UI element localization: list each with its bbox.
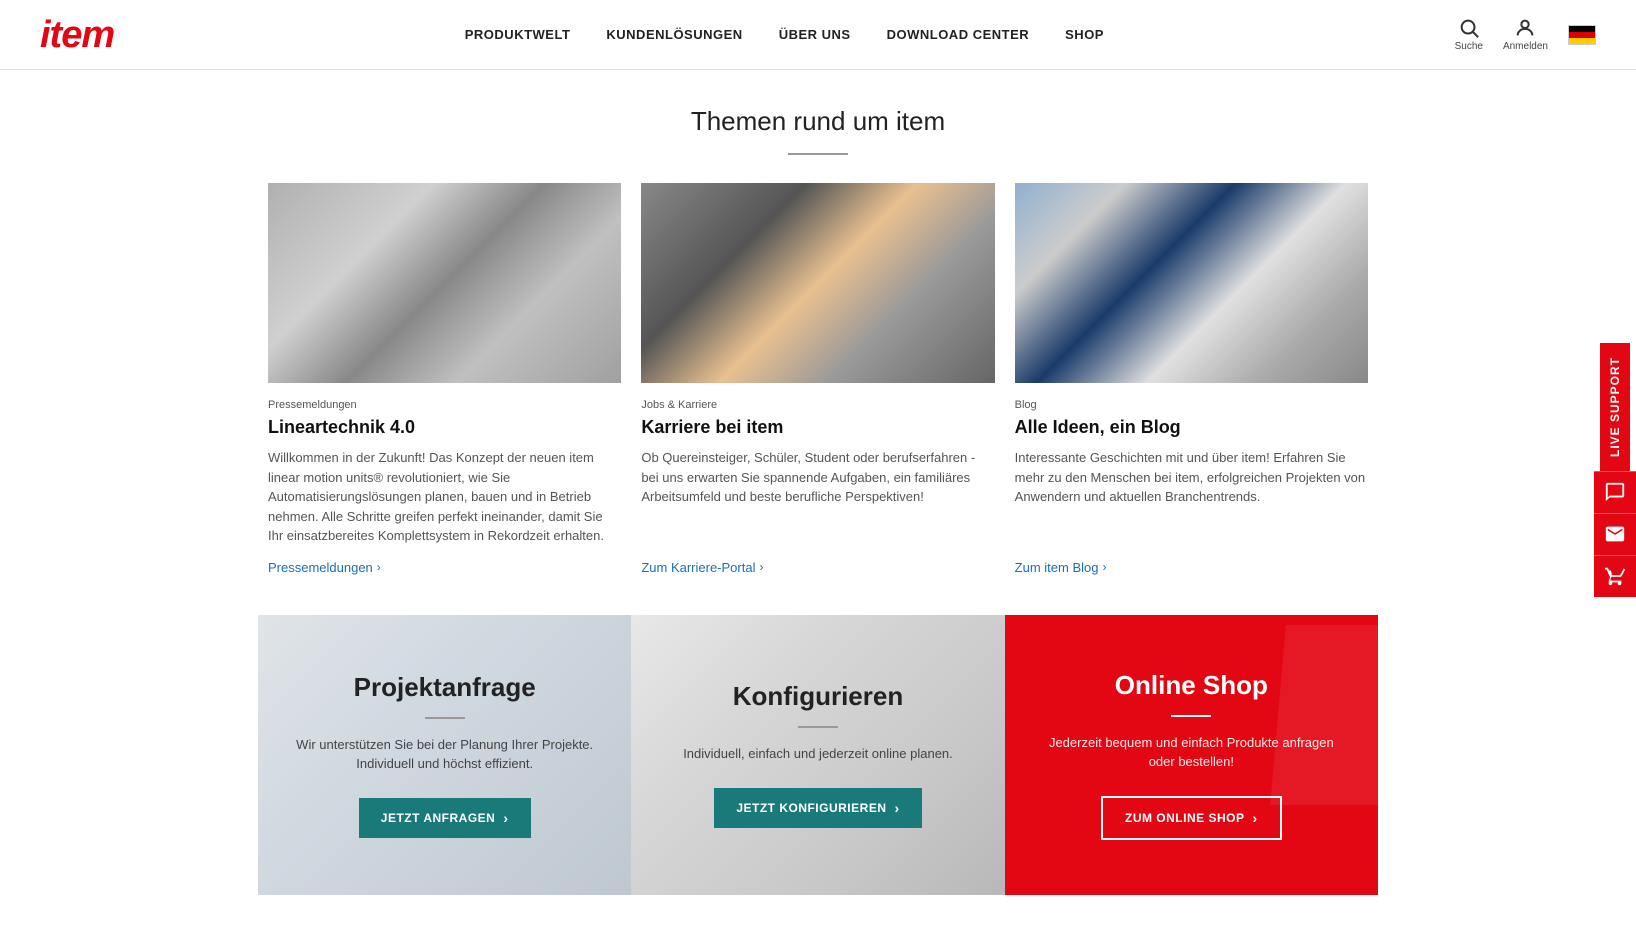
card-pressemeldungen: Pressemeldungen Lineartechnik 4.0 Willko… bbox=[258, 183, 631, 575]
live-chat-icon[interactable] bbox=[1594, 471, 1636, 513]
banner-card-konfigurieren: Konfigurieren Individuell, einfach und j… bbox=[631, 615, 1004, 895]
page-title-section: Themen rund um item bbox=[258, 70, 1378, 183]
card-desc-0: Willkommen in der Zukunft! Das Konzept d… bbox=[268, 448, 621, 546]
site-logo[interactable]: item bbox=[40, 16, 114, 54]
banner-desc-2: Jederzeit bequem und einfach Produkte an… bbox=[1035, 733, 1348, 772]
btn-arrow-2: › bbox=[1253, 810, 1258, 826]
mail-icon[interactable] bbox=[1594, 513, 1636, 555]
card-image-machinery bbox=[268, 183, 621, 383]
card-title-0: Lineartechnik 4.0 bbox=[268, 417, 621, 438]
main-header: item PRODUKTWELT KUNDENLÖSUNGEN ÜBER UNS… bbox=[0, 0, 1636, 70]
top-cards-grid: Pressemeldungen Lineartechnik 4.0 Willko… bbox=[258, 183, 1378, 615]
banner-divider-0 bbox=[425, 717, 465, 719]
nav-shop[interactable]: SHOP bbox=[1065, 27, 1104, 42]
btn-arrow-1: › bbox=[894, 800, 899, 816]
banner-divider-2 bbox=[1171, 715, 1211, 717]
card-desc-2: Interessante Geschichten mit und über it… bbox=[1015, 448, 1368, 546]
banner-cards-grid: Projektanfrage Wir unterstützen Sie bei … bbox=[258, 615, 1378, 895]
search-label: Suche bbox=[1455, 41, 1483, 52]
card-link-arrow-1: › bbox=[759, 560, 763, 574]
page-title: Themen rund um item bbox=[258, 106, 1378, 137]
card-image-screen bbox=[1015, 183, 1368, 383]
card-desc-1: Ob Quereinsteiger, Schüler, Student oder… bbox=[641, 448, 994, 546]
banner-divider-1 bbox=[798, 726, 838, 728]
card-category-1: Jobs & Karriere bbox=[641, 399, 994, 411]
banner-desc-0: Wir unterstützen Sie bei der Planung Ihr… bbox=[288, 735, 601, 774]
language-flag[interactable] bbox=[1568, 25, 1596, 45]
title-divider bbox=[788, 153, 848, 155]
card-link-arrow-0: › bbox=[377, 560, 381, 574]
card-link-2[interactable]: Zum item Blog › bbox=[1015, 560, 1368, 575]
live-support-tab[interactable]: LIVE SUPPORT bbox=[1600, 342, 1630, 470]
card-title-1: Karriere bei item bbox=[641, 417, 994, 438]
card-karriere: Jobs & Karriere Karriere bei item Ob Que… bbox=[631, 183, 1004, 575]
banner-btn-konfigurieren[interactable]: JETZT KONFIGURIEREN › bbox=[714, 788, 921, 828]
banner-card-projektanfrage: Projektanfrage Wir unterstützen Sie bei … bbox=[258, 615, 631, 895]
banner-title-1: Konfigurieren bbox=[733, 681, 903, 712]
card-title-2: Alle Ideen, ein Blog bbox=[1015, 417, 1368, 438]
card-link-0[interactable]: Pressemeldungen › bbox=[268, 560, 621, 575]
card-link-1[interactable]: Zum Karriere-Portal › bbox=[641, 560, 994, 575]
login-label: Anmelden bbox=[1503, 41, 1548, 52]
banner-title-0: Projektanfrage bbox=[354, 672, 536, 703]
card-category-0: Pressemeldungen bbox=[268, 399, 621, 411]
card-blog: Blog Alle Ideen, ein Blog Interessante G… bbox=[1005, 183, 1378, 575]
card-link-arrow-2: › bbox=[1102, 560, 1106, 574]
banner-btn-online-shop[interactable]: ZUM ONLINE SHOP › bbox=[1101, 796, 1282, 840]
header-actions: Suche Anmelden bbox=[1455, 17, 1596, 52]
banner-btn-projektanfrage[interactable]: JETZT ANFRAGEN › bbox=[359, 798, 531, 838]
nav-produktwelt[interactable]: PRODUKTWELT bbox=[465, 27, 571, 42]
main-content: Themen rund um item Pressemeldungen Line… bbox=[238, 70, 1398, 895]
cart-icon[interactable] bbox=[1594, 555, 1636, 597]
live-support-sidebar: LIVE SUPPORT bbox=[1594, 342, 1636, 596]
card-category-2: Blog bbox=[1015, 399, 1368, 411]
search-button[interactable]: Suche bbox=[1455, 17, 1483, 52]
nav-download-center[interactable]: DOWNLOAD CENTER bbox=[887, 27, 1030, 42]
main-nav: PRODUKTWELT KUNDENLÖSUNGEN ÜBER UNS DOWN… bbox=[465, 27, 1104, 42]
banner-card-online-shop: Online Shop Jederzeit bequem und einfach… bbox=[1005, 615, 1378, 895]
nav-uber-uns[interactable]: ÜBER UNS bbox=[779, 27, 851, 42]
nav-kundenlösungen[interactable]: KUNDENLÖSUNGEN bbox=[606, 27, 742, 42]
login-button[interactable]: Anmelden bbox=[1503, 17, 1548, 52]
banner-title-2: Online Shop bbox=[1115, 670, 1268, 701]
card-image-people bbox=[641, 183, 994, 383]
btn-arrow-0: › bbox=[503, 810, 508, 826]
banner-desc-1: Individuell, einfach und jederzeit onlin… bbox=[683, 744, 953, 764]
